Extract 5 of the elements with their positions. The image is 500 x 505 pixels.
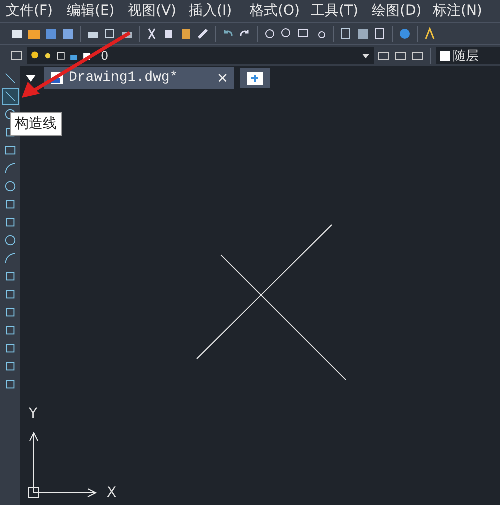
y-axis-label: Y: [29, 406, 38, 422]
tab-title: Drawing1.dwg*: [69, 70, 180, 86]
x-axis-label: X: [107, 485, 117, 501]
layer-name: 0: [101, 48, 110, 62]
tooltip: 构造线: [10, 112, 62, 136]
